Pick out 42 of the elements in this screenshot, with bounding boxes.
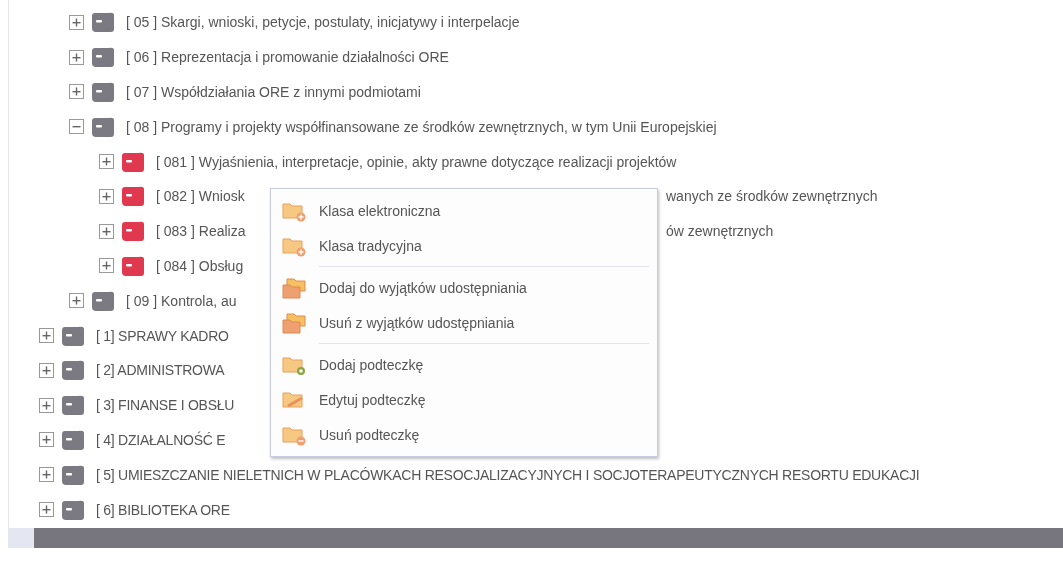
- menu-item[interactable]: Usuń z wyjątków udostępniania: [271, 305, 657, 340]
- expand-icon[interactable]: [39, 328, 54, 344]
- expand-icon[interactable]: [39, 362, 54, 378]
- expand-icon[interactable]: [99, 188, 114, 204]
- menu-item[interactable]: Dodaj podteczkę: [271, 347, 657, 382]
- expand-icon[interactable]: [39, 397, 54, 413]
- expand-icon[interactable]: [69, 14, 84, 30]
- expand-icon[interactable]: [99, 223, 114, 239]
- tree-node-label[interactable]: [ 084 ] Obsług: [156, 257, 244, 274]
- tree-node-label[interactable]: [ 05 ] Skargi, wnioski, petycje, postulaty, inicjatywy i interpelacje: [126, 14, 520, 31]
- expand-icon[interactable]: [39, 502, 54, 518]
- tree-node-label[interactable]: [ 1] SPRAWY KADRO: [96, 327, 229, 344]
- expand-icon[interactable]: [39, 432, 54, 448]
- tree-node-label[interactable]: [ 2] ADMINISTROWA: [96, 362, 225, 379]
- expand-icon[interactable]: [69, 49, 84, 65]
- tree-node-label[interactable]: [ 07 ] Współdziałania ORE z innymi podmiotami: [126, 84, 421, 100]
- scrollbar-thumb[interactable]: [34, 528, 1063, 548]
- tree-node-label[interactable]: [ 09 ] Kontrola, au: [126, 292, 237, 309]
- expand-icon[interactable]: [99, 154, 114, 170]
- expand-icon[interactable]: [39, 467, 54, 483]
- tree-node-label[interactable]: [ 3] FINANSE I OBSŁU: [96, 397, 235, 414]
- shared-folder-icon: [281, 275, 307, 300]
- expand-icon[interactable]: [99, 258, 114, 274]
- menu-item[interactable]: Usuń podteczkę: [271, 417, 657, 452]
- tree-node-label[interactable]: wanych ze środków zewnętrznych: [666, 188, 878, 205]
- menu-item[interactable]: Dodaj do wyjątków udostępniania: [271, 270, 657, 305]
- tree-node-label[interactable]: [ 06 ] Reprezentacja i promowanie działalności ORE: [126, 49, 449, 66]
- tree-node-label[interactable]: [ 082 ] Wniosk: [156, 188, 245, 205]
- expand-icon[interactable]: [69, 293, 84, 309]
- tree-node-label[interactable]: [ 081 ] Wyjaśnienia, interpretacje, opinie, akty prawne dotyczące realizacji projektów: [156, 153, 677, 170]
- menu-item[interactable]: Klasa elektroniczna: [271, 193, 657, 228]
- menu-item[interactable]: Klasa tradycyjna: [271, 228, 657, 263]
- tree-node-label[interactable]: [ 083 ] Realiza: [156, 223, 246, 240]
- tree-node-label[interactable]: [ 6] BIBLIOTEKA ORE: [96, 501, 230, 518]
- shared-folder-icon: [281, 310, 307, 335]
- tree-node-label[interactable]: [ 5] UMIESZCZANIE NIELETNICH W PLACÓWKACH RESOCJALIZACYJNYCH I SOCJOTERAPEUTYCZNYCH RESORTU EDUKACJI: [96, 466, 920, 483]
- tree-node-label[interactable]: ów zewnętrznych: [666, 223, 774, 240]
- tree-node-label[interactable]: [ 08 ] Programy i projekty współfinansowane ze środków zewnętrznych, w tym Unii Europejskiej: [126, 118, 717, 135]
- collapse-icon[interactable]: [69, 119, 84, 135]
- tree-node-label[interactable]: [ 4] DZIAŁALNOŚĆ E: [96, 431, 226, 448]
- menu-item[interactable]: Edytuj podteczkę: [271, 382, 657, 417]
- expand-icon[interactable]: [69, 84, 84, 100]
